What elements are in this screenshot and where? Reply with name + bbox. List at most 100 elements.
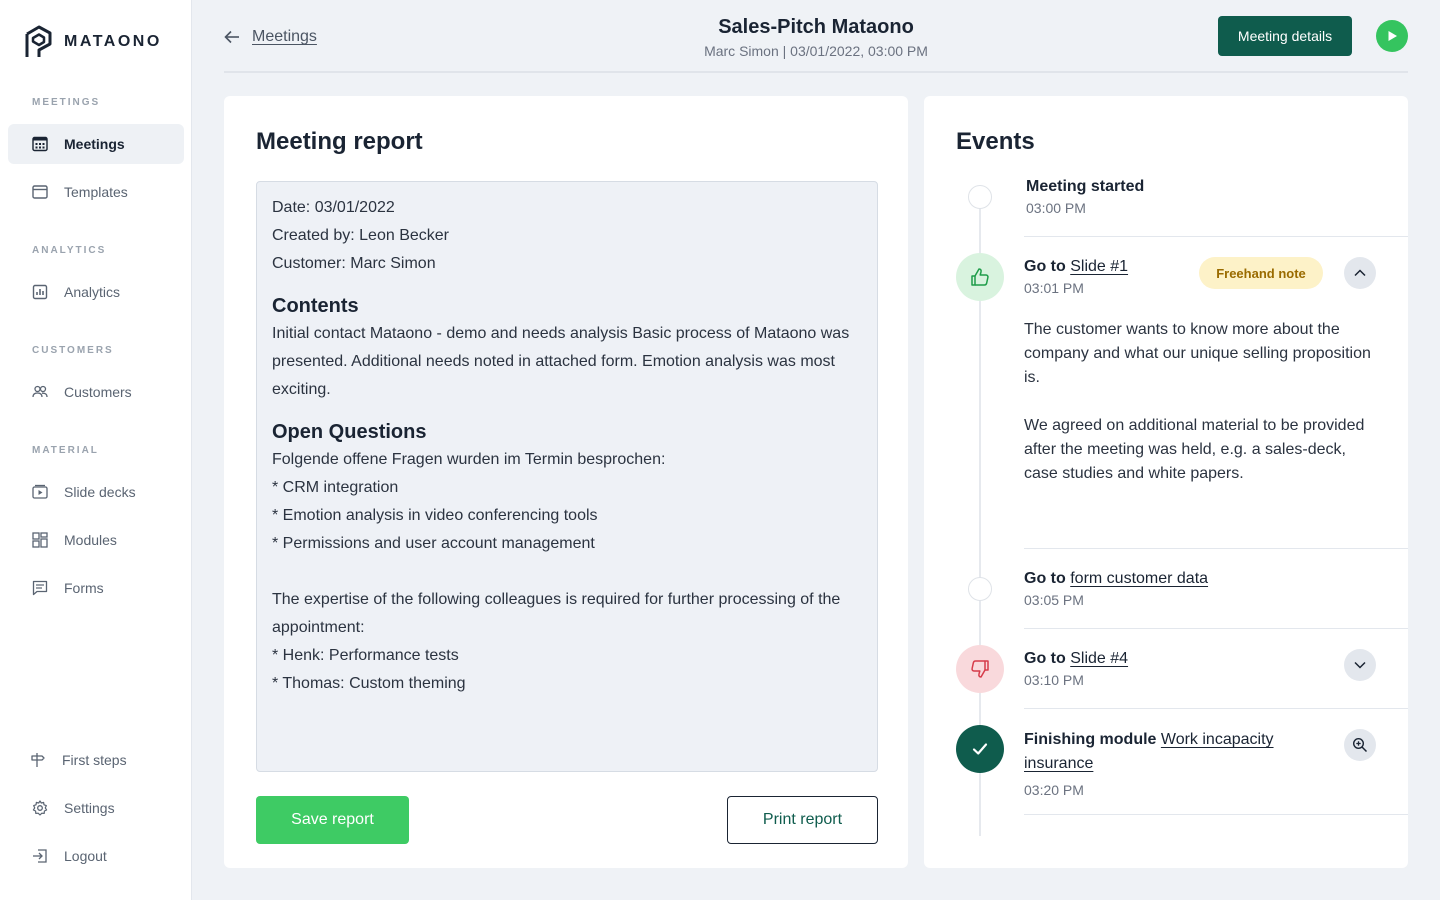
- expand-button[interactable]: [1344, 649, 1376, 681]
- sidebar-item-templates[interactable]: Templates: [8, 172, 184, 212]
- event-title: Go to form customer data: [1024, 570, 1209, 587]
- section-label-meetings: MEETINGS: [32, 97, 101, 108]
- event-meeting-started: Meeting started 03:00 PM: [1026, 176, 1144, 216]
- freehand-note-badge: Freehand note: [1199, 257, 1323, 289]
- calendar-grid-icon: [32, 136, 48, 152]
- event-divider: [1024, 548, 1408, 549]
- page-header: Sales-Pitch Mataono Marc Simon | 03/01/2…: [616, 16, 1016, 59]
- brand-logo[interactable]: MATAONO: [24, 24, 162, 60]
- report-date: Date: 03/01/2022: [272, 199, 395, 216]
- event-title: Go to Slide #1: [1024, 258, 1129, 275]
- event-time: 03:00 PM: [1026, 200, 1086, 216]
- sidebar-item-label: Forms: [64, 580, 104, 596]
- completed-badge: [956, 725, 1004, 773]
- thumbs-up-badge: [956, 253, 1004, 301]
- thumbs-up-icon: [971, 268, 989, 286]
- event-form-customer-data: Go to form customer data 03:05 PM: [1024, 568, 1208, 608]
- section-label-analytics: ANALYTICS: [32, 245, 107, 256]
- header-divider: [224, 71, 1408, 73]
- event-finishing-module: Finishing module Work incapacity insuran…: [1024, 728, 1314, 798]
- page-subtitle: Marc Simon | 03/01/2022, 03:00 PM: [704, 43, 928, 59]
- section-label-customers: CUSTOMERS: [32, 345, 114, 356]
- collapse-button[interactable]: [1344, 257, 1376, 289]
- form-icon: [32, 580, 48, 596]
- report-title: Meeting report: [256, 128, 423, 155]
- colleague-item: * Henk: Performance tests: [272, 647, 459, 664]
- sidebar-item-first-steps[interactable]: First steps: [8, 740, 184, 780]
- sidebar-item-slide-decks[interactable]: Slide decks: [8, 472, 184, 512]
- event-divider: [1024, 814, 1408, 815]
- checkmark-icon: [972, 743, 988, 755]
- zoom-in-icon: [1352, 737, 1368, 753]
- back-link-label: Meetings: [252, 28, 317, 45]
- event-title: Meeting started: [1026, 178, 1145, 195]
- calendar-icon: [32, 185, 48, 199]
- arrow-left-icon: [224, 30, 239, 44]
- sidebar-item-label: Templates: [64, 184, 128, 200]
- event-title: Go to Slide #4: [1024, 650, 1129, 667]
- event-title: Finishing module Work incapacity insuran…: [1024, 731, 1274, 772]
- chevron-down-icon: [1354, 661, 1366, 669]
- event-slide-1: Go to Slide #1 03:01 PM: [1024, 256, 1128, 296]
- events-title: Events: [956, 128, 1035, 155]
- event-link-slide-1[interactable]: Slide #1: [1070, 258, 1128, 275]
- play-button[interactable]: [1376, 20, 1408, 52]
- sidebar-item-label: Customers: [64, 384, 132, 400]
- event-link-form[interactable]: form customer data: [1070, 570, 1208, 587]
- question-item: * CRM integration: [272, 479, 399, 496]
- open-questions-heading: Open Questions: [272, 421, 427, 443]
- event-divider: [1024, 628, 1408, 629]
- report-created-by: Created by: Leon Becker: [272, 227, 449, 244]
- colleague-item: * Thomas: Custom theming: [272, 675, 466, 692]
- sidebar-item-settings[interactable]: Settings: [8, 788, 184, 828]
- print-report-button[interactable]: Print report: [727, 796, 878, 844]
- play-icon: [1388, 31, 1397, 41]
- timeline-dot: [968, 577, 992, 601]
- sidebar-item-label: First steps: [62, 752, 127, 768]
- sidebar-item-analytics[interactable]: Analytics: [8, 272, 184, 312]
- sidebar-item-label: Analytics: [64, 284, 121, 300]
- thumbs-down-badge: [956, 645, 1004, 693]
- sidebar-item-forms[interactable]: Forms: [8, 568, 184, 608]
- contents-text: Initial contact Mataono - demo and needs…: [272, 325, 850, 398]
- sidebar-item-label: Settings: [64, 800, 115, 816]
- save-report-button[interactable]: Save report: [256, 796, 409, 844]
- mataono-logo-icon: [25, 25, 52, 57]
- question-item: * Permissions and user account managemen…: [272, 535, 595, 552]
- contents-heading: Contents: [272, 295, 359, 317]
- report-customer: Customer: Marc Simon: [272, 255, 436, 272]
- sidebar: MATAONO MEETINGS Meetings Templates ANAL…: [0, 0, 192, 900]
- sidebar-item-label: Logout: [64, 848, 107, 864]
- sidebar-item-modules[interactable]: Modules: [8, 520, 184, 560]
- users-icon: [32, 385, 48, 398]
- thumbs-down-icon: [971, 660, 989, 678]
- event-link-slide-4[interactable]: Slide #4: [1070, 650, 1128, 667]
- sidebar-item-label: Modules: [64, 532, 117, 548]
- sidebar-item-logout[interactable]: Logout: [8, 836, 184, 876]
- timeline-dot: [968, 185, 992, 209]
- event-note-paragraph: We agreed on additional material to be p…: [1024, 417, 1365, 482]
- sidebar-item-meetings[interactable]: Meetings: [8, 124, 184, 164]
- report-editor[interactable]: Date: 03/01/2022 Created by: Leon Becker…: [256, 181, 878, 772]
- page-title: Sales-Pitch Mataono: [718, 16, 914, 38]
- back-link[interactable]: Meetings: [224, 28, 317, 46]
- analytics-icon: [32, 284, 48, 300]
- signpost-icon: [31, 753, 45, 767]
- sidebar-item-customers[interactable]: Customers: [8, 372, 184, 412]
- event-time: 03:20 PM: [1024, 782, 1084, 798]
- question-item: * Emotion analysis in video conferencing…: [272, 507, 598, 524]
- sidebar-item-label: Meetings: [64, 136, 125, 152]
- logout-icon: [33, 849, 47, 863]
- slide-deck-icon: [32, 484, 48, 499]
- open-questions-intro: Folgende offene Fragen wurden im Termin …: [272, 451, 666, 468]
- section-label-material: MATERIAL: [32, 445, 99, 456]
- gear-icon: [32, 800, 48, 816]
- event-time: 03:05 PM: [1024, 592, 1084, 608]
- meeting-details-button[interactable]: Meeting details: [1218, 16, 1352, 56]
- event-time: 03:01 PM: [1024, 280, 1084, 296]
- sidebar-item-label: Slide decks: [64, 484, 136, 500]
- zoom-button[interactable]: [1344, 729, 1376, 761]
- event-note: The customer wants to know more about th…: [1024, 318, 1374, 486]
- modules-grid-icon: [32, 532, 48, 548]
- event-slide-4: Go to Slide #4 03:10 PM: [1024, 648, 1128, 688]
